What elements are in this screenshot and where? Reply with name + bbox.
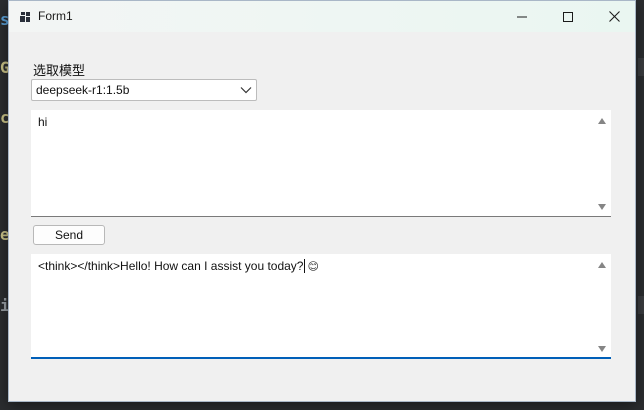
prompt-input-scrollbar[interactable] [594, 110, 611, 216]
scroll-up-icon[interactable] [598, 118, 606, 124]
maximize-icon [563, 11, 573, 22]
maximize-button[interactable] [545, 1, 591, 32]
close-icon [608, 11, 620, 22]
background-editor-fragment [638, 58, 644, 76]
smile-emoji: 😊 [307, 260, 319, 273]
model-select-value: deepseek-r1:1.5b [36, 83, 130, 97]
response-output-value: <think></think>Hello! How can I assist y… [38, 259, 304, 273]
background-editor-fragment [638, 296, 644, 314]
scroll-up-icon[interactable] [598, 262, 606, 268]
scroll-down-icon[interactable] [598, 346, 606, 352]
response-output-scrollbar[interactable] [594, 254, 611, 357]
form-window: Form1 选取模型 deepseek-r1:1.5b hi Send <thi… [8, 0, 636, 402]
chevron-down-icon [240, 87, 252, 94]
prompt-input-value: hi [38, 115, 48, 129]
minimize-button[interactable] [499, 1, 545, 32]
title-bar[interactable]: Form1 [9, 1, 635, 32]
model-label: 选取模型 [33, 63, 86, 78]
response-output[interactable]: <think></think>Hello! How can I assist y… [31, 254, 611, 359]
model-select[interactable]: deepseek-r1:1.5b [31, 79, 257, 101]
window-title: Form1 [38, 9, 73, 23]
send-button[interactable]: Send [33, 225, 105, 245]
minimize-icon [517, 16, 527, 17]
close-button[interactable] [591, 1, 635, 32]
scroll-down-icon[interactable] [598, 204, 606, 210]
app-icon [19, 10, 31, 22]
text-caret [304, 259, 306, 273]
prompt-input[interactable]: hi [31, 110, 611, 217]
response-output-line: <think></think>Hello! How can I assist y… [38, 259, 319, 273]
